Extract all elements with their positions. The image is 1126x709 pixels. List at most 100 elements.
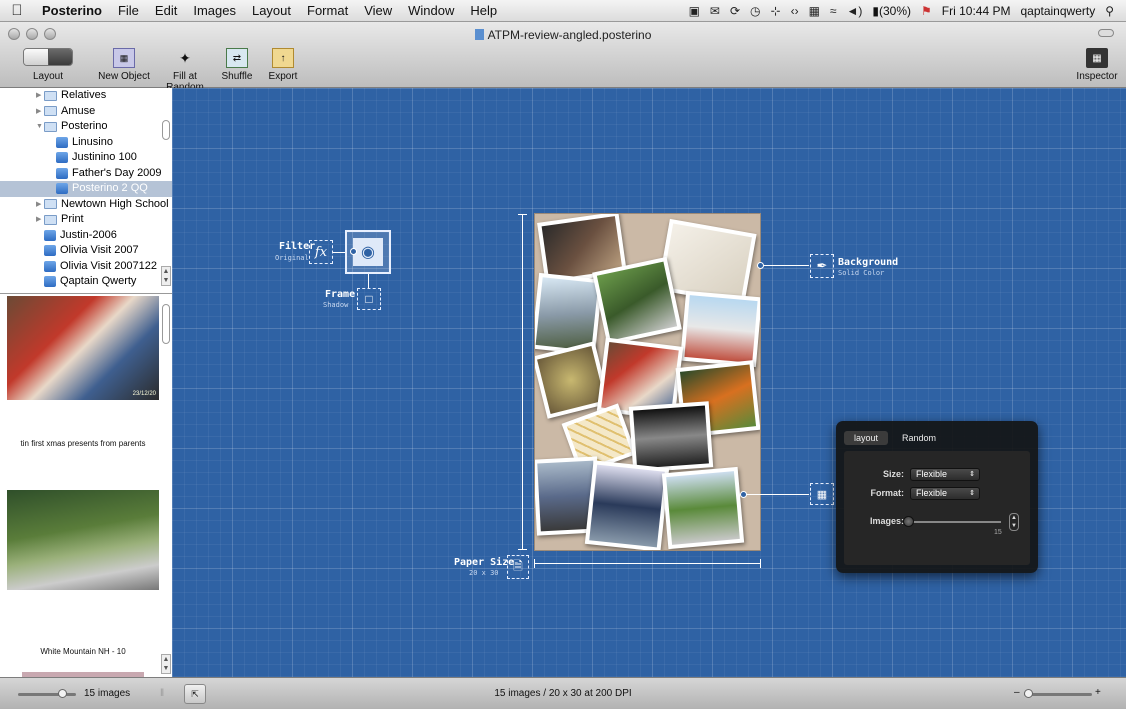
- poster-photo[interactable]: [592, 256, 682, 346]
- zoom-out-icon[interactable]: –: [1014, 687, 1020, 698]
- browser-scroll-thumb[interactable]: [162, 304, 170, 344]
- export-button[interactable]: ↑ Export: [266, 48, 300, 82]
- poster-photo[interactable]: [661, 466, 745, 550]
- images-count: 15: [994, 529, 1002, 536]
- tree-item-olivia-visit-2007[interactable]: Olivia Visit 2007: [0, 243, 172, 259]
- paper-size-icon[interactable]: 🗎: [507, 555, 529, 579]
- filter-fx-icon[interactable]: fx: [309, 240, 333, 264]
- size-label: Size:: [882, 469, 904, 479]
- tree-item-qaptain-qwerty[interactable]: Qaptain Qwerty: [0, 274, 172, 290]
- tree-item-label: Olivia Visit 2007122: [60, 259, 158, 272]
- popup-arrows-icon: ⇕: [969, 490, 975, 497]
- time-machine-icon[interactable]: ◷: [750, 4, 760, 18]
- toolbar-toggle-button[interactable]: [1098, 29, 1114, 37]
- tree-scrollbar[interactable]: [161, 90, 171, 290]
- tree-item-posterino-2-qq[interactable]: Posterino 2 QQ: [0, 181, 172, 197]
- tree-item-posterino[interactable]: ▼ Posterino: [0, 119, 172, 135]
- poster-photo[interactable]: [680, 290, 760, 368]
- tree-item-fathers-day-2009[interactable]: Father's Day 2009: [0, 166, 172, 182]
- menu-images[interactable]: Images: [185, 3, 244, 18]
- tree-item-print[interactable]: ▶ Print: [0, 212, 172, 228]
- layout-toggle[interactable]: Layout: [22, 48, 74, 82]
- poster-canvas[interactable]: Filter Original fx ◉ Frame Shadow □ Pape…: [172, 88, 1126, 677]
- layout-grid-icon[interactable]: ▦: [810, 483, 834, 505]
- photo-thumbnail[interactable]: [7, 490, 159, 590]
- export-label: Export: [268, 71, 298, 82]
- mail-icon[interactable]: ✉: [710, 4, 720, 18]
- menuextra-icon[interactable]: ▣: [689, 4, 700, 18]
- menu-view[interactable]: View: [356, 3, 400, 18]
- browser-stepper[interactable]: ▲ ▼: [161, 654, 171, 674]
- popup-arrows-icon: ⇕: [969, 471, 975, 478]
- poster-doc-icon: [44, 276, 56, 288]
- connector-line: [333, 252, 345, 253]
- inspector-content: Size: Flexible ⇕ Format: Flexible ⇕ Images…: [844, 451, 1030, 565]
- wifi-icon[interactable]: ≈: [830, 4, 837, 18]
- menu-layout[interactable]: Layout: [244, 3, 299, 18]
- apple-menu-icon[interactable]: : [0, 2, 34, 19]
- clock[interactable]: Fri 10:44 PM: [942, 4, 1011, 18]
- inspector-button[interactable]: ▦ Inspector: [1074, 48, 1120, 82]
- poster-doc-icon: [56, 136, 68, 148]
- disclosure-triangle-icon[interactable]: ▶: [36, 212, 44, 228]
- battery-icon[interactable]: ▮(30%): [872, 4, 911, 18]
- poster-photo[interactable]: [628, 401, 714, 473]
- tree-item-olivia-visit-2007122[interactable]: Olivia Visit 2007122: [0, 259, 172, 275]
- zoom-slider[interactable]: [1024, 693, 1092, 696]
- tab-layout[interactable]: layout: [844, 431, 889, 445]
- shuffle-button[interactable]: ⇄ Shuffle: [220, 48, 254, 82]
- inspector-label: Inspector: [1076, 71, 1118, 82]
- images-stepper[interactable]: ▲ ▼: [1009, 513, 1019, 531]
- tree-item-justinino-100[interactable]: Justinino 100: [0, 150, 172, 166]
- sidebar: ▶ Relatives ▶ Amuse ▼ Posterino Linusino Ju…: [0, 88, 172, 677]
- display-icon[interactable]: ▦: [809, 4, 820, 18]
- background-brush-icon[interactable]: ✒: [810, 254, 834, 278]
- browser-scrollbar[interactable]: [161, 294, 171, 677]
- format-popup[interactable]: Flexible ⇕: [910, 487, 980, 500]
- tree-item-justin-2006[interactable]: Justin-2006: [0, 228, 172, 244]
- tree-item-newtown-high-school[interactable]: ▶ Newtown High School: [0, 197, 172, 213]
- script-icon[interactable]: ‹›: [791, 4, 799, 18]
- new-object-icon: ▦: [113, 48, 135, 68]
- layout-segmented-icon[interactable]: [23, 48, 73, 66]
- menu-file[interactable]: File: [110, 3, 147, 18]
- connector-dot: [350, 248, 357, 255]
- bluetooth-icon[interactable]: ⊹: [771, 4, 781, 18]
- tree-item-relatives[interactable]: ▶ Relatives: [0, 88, 172, 104]
- menu-help[interactable]: Help: [462, 3, 505, 18]
- size-value: Flexible: [916, 469, 948, 479]
- images-slider-track[interactable]: [905, 521, 1001, 523]
- disclosure-triangle-icon[interactable]: ▶: [36, 88, 44, 104]
- poster-photo[interactable]: [584, 460, 670, 550]
- new-object-button[interactable]: ▦ New Object: [98, 48, 150, 82]
- tree-item-amuse[interactable]: ▶ Amuse: [0, 104, 172, 120]
- disclosure-triangle-icon[interactable]: ▶: [36, 104, 44, 120]
- tree-stepper[interactable]: ▲ ▼: [161, 266, 171, 286]
- tab-random[interactable]: Random: [892, 431, 946, 445]
- menu-edit[interactable]: Edit: [147, 3, 185, 18]
- menu-format[interactable]: Format: [299, 3, 356, 18]
- images-slider-knob[interactable]: [903, 516, 914, 527]
- zoom-in-icon[interactable]: +: [1095, 687, 1101, 698]
- zoom-slider-knob[interactable]: [1024, 689, 1033, 698]
- tree-item-linusino[interactable]: Linusino: [0, 135, 172, 151]
- poster-doc-icon: [44, 229, 56, 241]
- photo-thumbnail[interactable]: 23/12/20: [7, 296, 159, 400]
- disclosure-triangle-open-icon[interactable]: ▼: [36, 119, 44, 135]
- disclosure-triangle-icon[interactable]: ▶: [36, 197, 44, 213]
- poster-preview[interactable]: [534, 213, 761, 551]
- export-icon: ↑: [272, 48, 294, 68]
- spotlight-search-icon[interactable]: ⚲: [1105, 4, 1114, 18]
- shuffle-label: Shuffle: [221, 71, 253, 82]
- user-name[interactable]: qaptainqwerty: [1020, 4, 1095, 18]
- menu-window[interactable]: Window: [400, 3, 462, 18]
- size-popup[interactable]: Flexible ⇕: [910, 468, 980, 481]
- sync-icon[interactable]: ⟳: [730, 4, 740, 18]
- frame-icon[interactable]: □: [357, 288, 381, 310]
- volume-icon[interactable]: ◄): [847, 4, 863, 18]
- flag-icon[interactable]: ⚑: [921, 4, 932, 18]
- app-menu[interactable]: Posterino: [34, 3, 110, 18]
- fill-random-button[interactable]: ✦ Fill at Random: [153, 48, 217, 94]
- tree-scroll-thumb[interactable]: [162, 120, 170, 140]
- window-toolbar: ATPM-review-angled.posterino Layout ▦ Ne…: [0, 22, 1126, 93]
